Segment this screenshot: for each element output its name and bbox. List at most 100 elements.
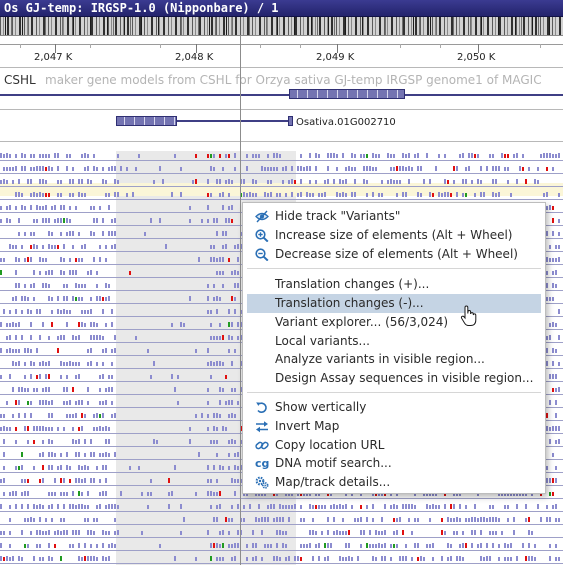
gene-exon[interactable] [116, 116, 177, 126]
variant-marker [15, 349, 17, 353]
variant-marker [228, 218, 230, 223]
menu-item-label: Copy location URL [275, 438, 385, 452]
variant-marker [513, 154, 515, 158]
variant-marker [333, 153, 335, 158]
menu-item-decrease-size[interactable]: Decrease size of elements (Alt + Wheel) [247, 245, 541, 264]
menu-item-analyze-variants[interactable]: Analyze variants in visible region... [247, 350, 541, 369]
variant-marker [90, 478, 92, 483]
variant-marker [288, 556, 290, 561]
variant-marker [288, 505, 290, 509]
variant-marker [42, 245, 44, 249]
genome-overview-strip[interactable] [0, 17, 563, 36]
variant-marker [312, 193, 314, 197]
variant-marker [405, 504, 407, 509]
menu-item-show-vertically[interactable]: Show vertically [247, 398, 541, 417]
variant-marker [471, 530, 473, 535]
variant-marker [27, 348, 29, 353]
zoom-out-icon [255, 248, 269, 261]
menu-item-design-assay[interactable]: Design Assay sequences in visible region… [247, 369, 541, 388]
variant-marker [210, 556, 212, 561]
gene-exon[interactable] [288, 116, 293, 126]
variant-marker [54, 453, 56, 457]
menu-item-translation-changes-plus[interactable]: Translation changes (+)... [247, 275, 541, 294]
variant-marker [234, 309, 236, 314]
cshl-gene-model[interactable] [289, 89, 405, 99]
variant-marker [78, 452, 80, 457]
variant-marker [96, 557, 98, 561]
variant-marker [219, 179, 221, 184]
swap-arrows-icon [256, 421, 268, 433]
variant-marker [42, 166, 44, 171]
variant-marker [105, 557, 107, 561]
variant-marker [393, 544, 395, 548]
menu-item-copy-location-url[interactable]: Copy location URL [247, 436, 541, 455]
menu-item-label: Show vertically [275, 400, 367, 414]
variant-marker [117, 154, 119, 158]
variant-marker [105, 452, 107, 457]
variant-marker [75, 440, 77, 444]
variant-marker [45, 283, 47, 288]
variant-marker [111, 414, 113, 418]
variant-marker [453, 166, 455, 171]
variant-marker [63, 309, 65, 314]
variant-marker [273, 518, 275, 522]
variant-marker [84, 284, 86, 288]
variant-marker [402, 192, 404, 197]
variant-marker [234, 167, 236, 171]
variant-marker [459, 518, 461, 522]
cshl-track[interactable]: CSHL maker gene models from CSHL for Orz… [0, 68, 563, 108]
menu-item-local-variants[interactable]: Local variants... [247, 332, 541, 351]
variant-marker [237, 283, 239, 288]
variant-marker [462, 543, 464, 548]
variant-marker [309, 193, 311, 197]
variant-marker [351, 153, 353, 158]
variant-marker [60, 310, 62, 314]
variant-marker [30, 245, 32, 249]
coordinate-ruler[interactable]: 2,047 K 2,048 K 2,049 K 2,050 K [0, 36, 563, 66]
variant-marker [9, 544, 11, 548]
variant-marker [9, 219, 11, 223]
variant-marker [75, 530, 77, 535]
variant-marker [48, 452, 50, 457]
variant-marker [21, 465, 23, 470]
menu-item-hide-track[interactable]: Hide track "Variants" [247, 207, 541, 226]
gene-track[interactable]: Osativa.01G002710 [0, 110, 563, 140]
variant-marker [525, 179, 527, 184]
variant-marker [282, 543, 284, 548]
variant-marker [63, 335, 65, 340]
menu-item-translation-changes-minus[interactable]: Translation changes (-)... [247, 294, 541, 313]
variant-marker [45, 258, 47, 262]
variant-marker [105, 258, 107, 262]
variant-marker [525, 518, 527, 522]
variant-marker [432, 543, 434, 548]
variant-marker [72, 427, 74, 431]
variant-marker [180, 322, 182, 327]
menu-item-increase-size[interactable]: Increase size of elements (Alt + Wheel) [247, 226, 541, 245]
menu-item-dna-motif-search[interactable]: cg DNA motif search... [247, 454, 541, 473]
variant-marker [78, 491, 80, 496]
variant-marker [153, 180, 155, 184]
variant-marker [228, 309, 230, 314]
variant-marker [51, 440, 53, 444]
variant-marker [327, 530, 329, 535]
variant-marker [78, 504, 80, 509]
variant-marker [495, 531, 497, 535]
variant-marker [0, 504, 2, 509]
variant-marker [9, 167, 11, 171]
variant-marker [24, 426, 26, 431]
variant-marker [81, 479, 83, 483]
variant-marker [24, 154, 26, 158]
variant-marker [444, 504, 446, 509]
variant-marker [552, 478, 554, 483]
variant-marker [93, 556, 95, 561]
menu-item-map-track-details[interactable]: Map/track details... [247, 473, 541, 492]
variant-marker [507, 167, 509, 171]
variant-marker [222, 557, 224, 561]
variant-marker [219, 323, 221, 327]
variant-marker [159, 544, 161, 548]
variant-marker [24, 348, 26, 353]
variant-marker [51, 270, 53, 275]
menu-item-variant-explorer[interactable]: Variant explorer... (56/3,024) [247, 313, 541, 332]
variant-marker [237, 257, 239, 262]
menu-item-invert-map[interactable]: Invert Map [247, 417, 541, 436]
